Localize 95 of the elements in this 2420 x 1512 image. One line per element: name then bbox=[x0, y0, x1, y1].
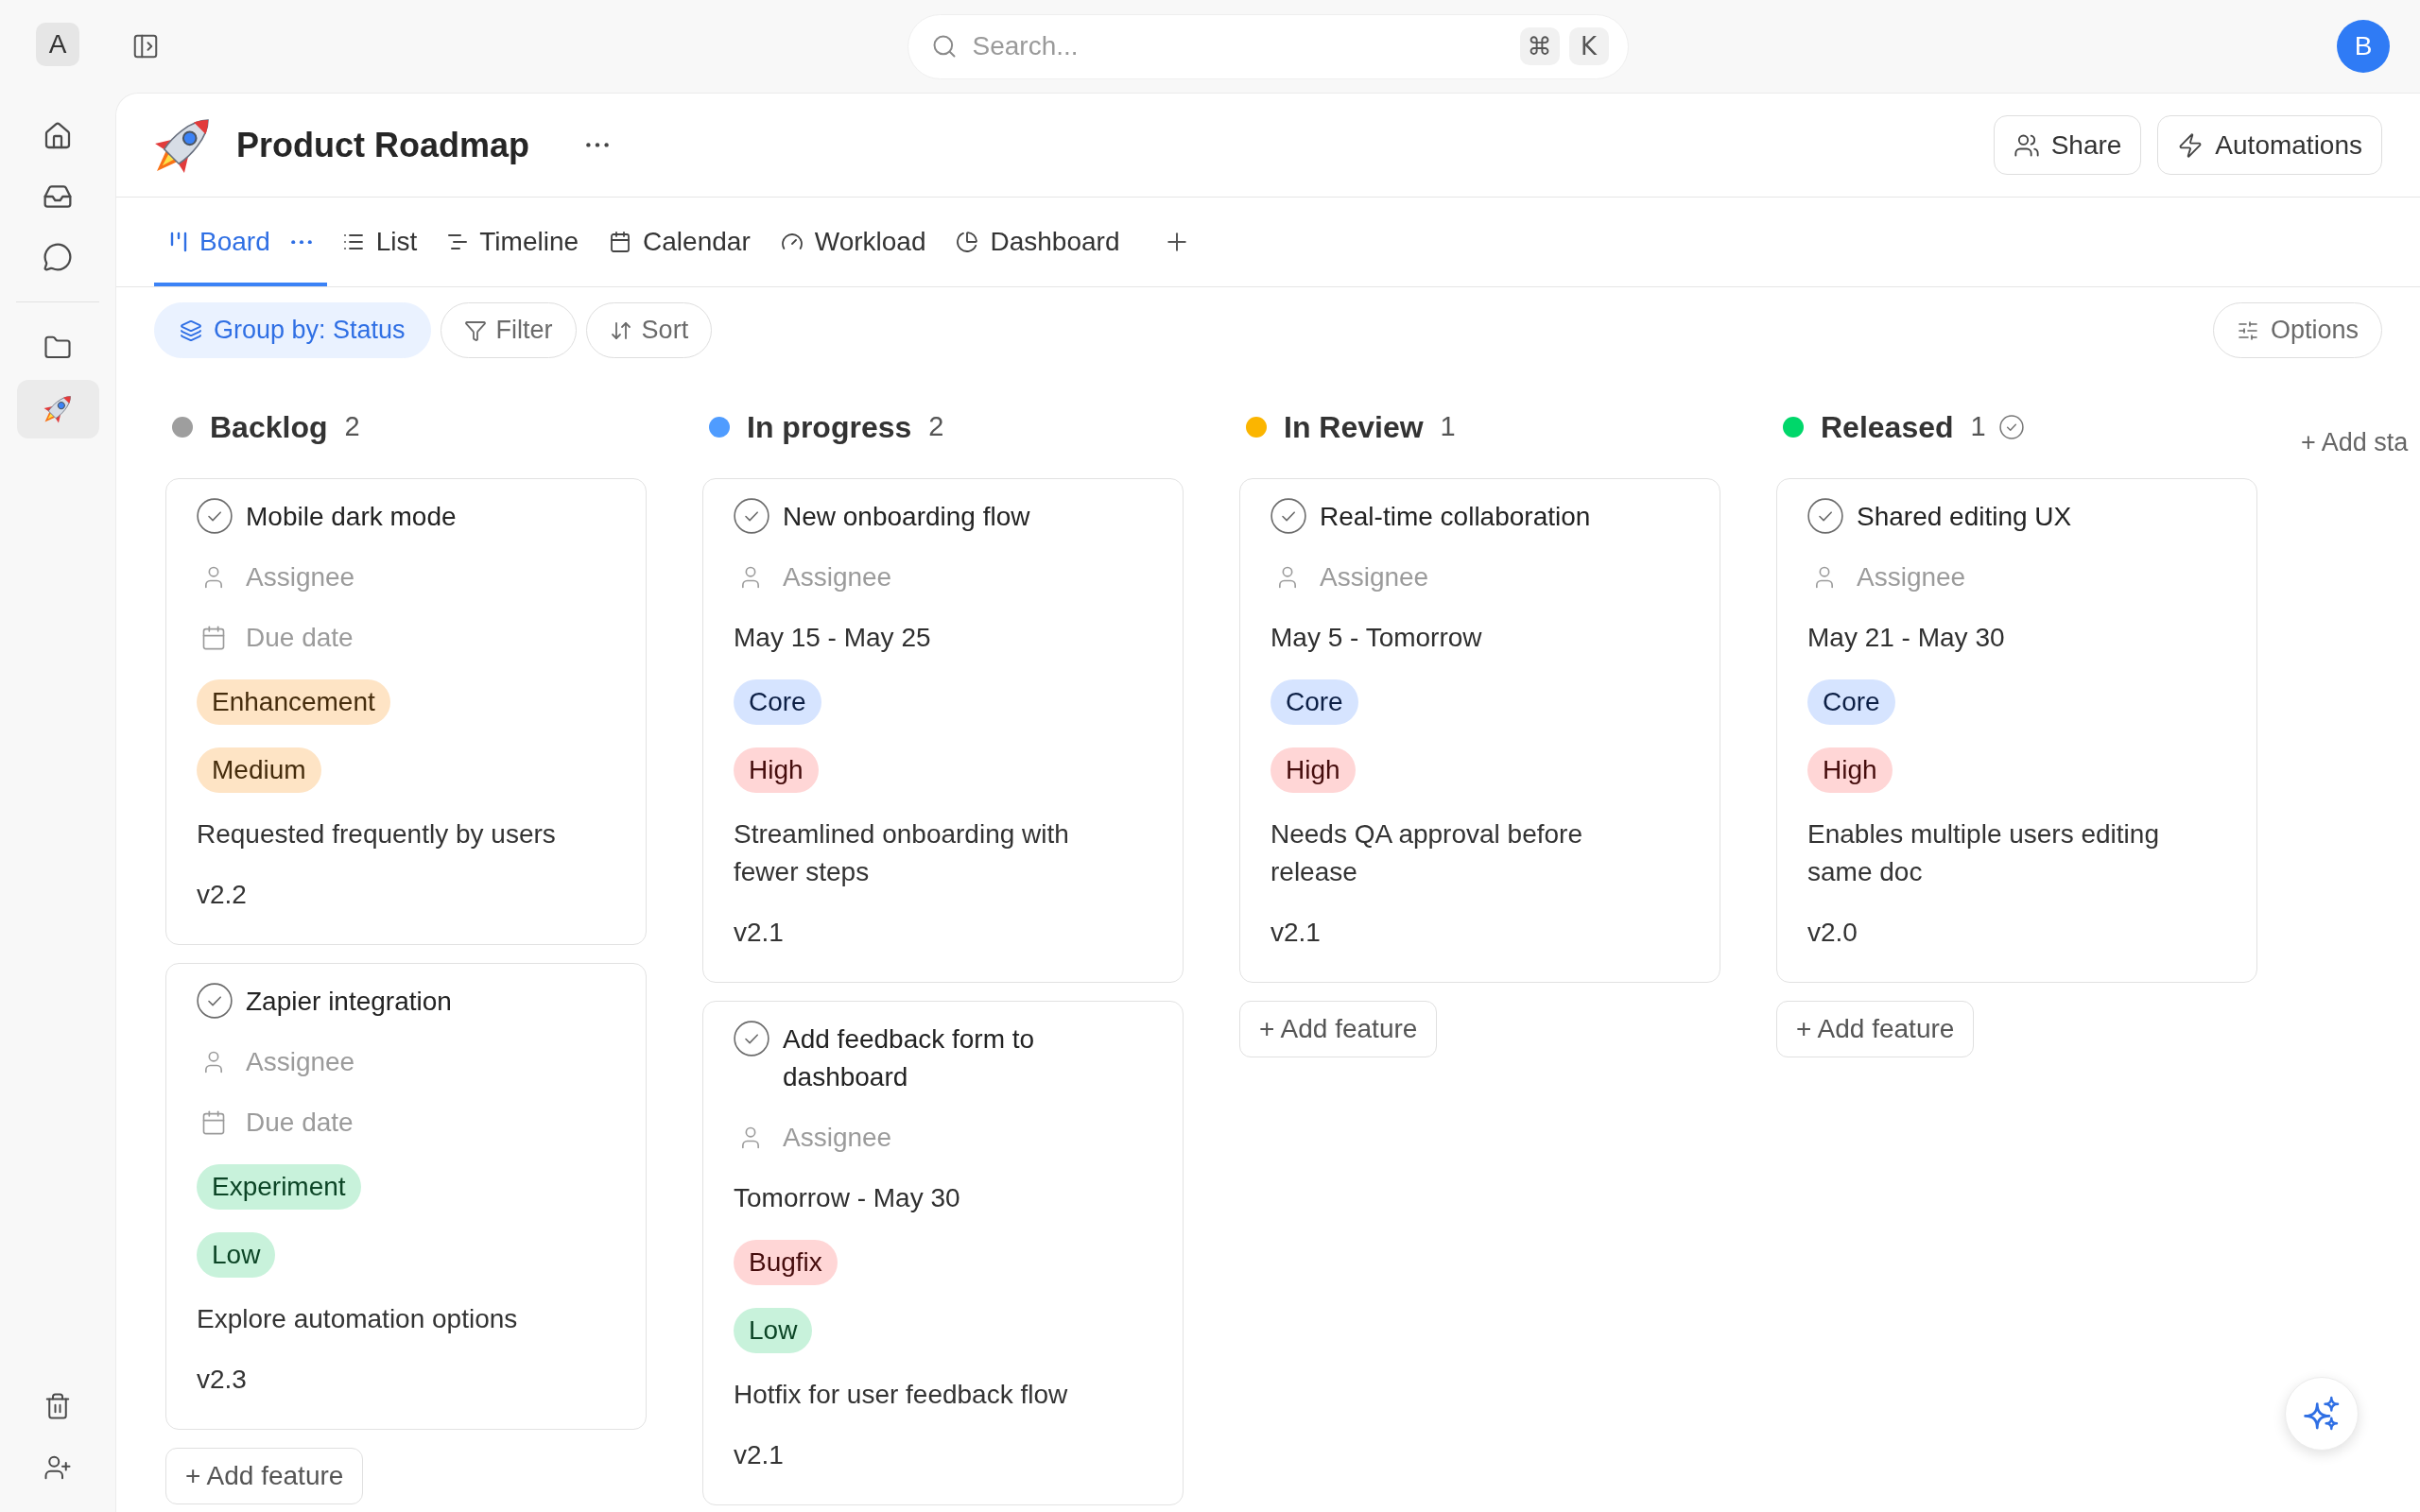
column-title: Backlog bbox=[210, 409, 328, 446]
sparkle-icon bbox=[2304, 1396, 2340, 1432]
date-range: May 15 - May 25 bbox=[734, 622, 931, 654]
version-text: v2.2 bbox=[197, 879, 247, 911]
column-count: 1 bbox=[1970, 410, 1986, 444]
feature-title: Mobile dark mode bbox=[246, 501, 457, 533]
feature-title: Shared editing UX bbox=[1857, 501, 2072, 533]
shortcut-key: ⌘ bbox=[1519, 27, 1560, 65]
rocket-icon bbox=[154, 116, 211, 174]
feature-description: Streamlined onboarding with fewer steps bbox=[734, 818, 1070, 888]
feature-description: Needs QA approval before release bbox=[1270, 818, 1583, 888]
page-title: Product Roadmap bbox=[236, 124, 530, 166]
feature-card[interactable]: Real-time collaboration Assignee May 5 - Tomorrow Core High Needs QA approval before release v2.1 bbox=[1239, 478, 1720, 983]
date-range: Tomorrow - May 30 bbox=[734, 1182, 960, 1214]
feature-card[interactable]: Mobile dark mode Assignee Due date Enhancement Medium Requested frequently by users v2.2 bbox=[165, 478, 647, 945]
feature-card[interactable]: New onboarding flow Assignee May 15 - May 25 Core High Streamlined onboarding with fewer steps v2.1 bbox=[702, 478, 1184, 983]
add-feature-button[interactable]: + Add feature bbox=[165, 1448, 364, 1504]
feature-description: Hotfix for user feedback flow bbox=[734, 1379, 1069, 1411]
feature-title: Zapier integration bbox=[246, 986, 452, 1018]
column-title: Released bbox=[1821, 409, 1954, 446]
ellipsis-icon bbox=[586, 143, 610, 147]
feature-card[interactable]: Zapier integration Assignee Due date Experiment Low Explore automation options v2.3 bbox=[165, 963, 647, 1430]
toolbar-button[interactable]: Sort bbox=[585, 302, 713, 358]
feature-card[interactable]: Shared editing UX Assignee May 21 - May 30 Core High Enables multiple users editing same doc v2.0 bbox=[1776, 478, 2257, 983]
rocket-icon bbox=[43, 395, 72, 423]
tag-badge: High bbox=[1807, 747, 1893, 793]
tag-badge: Low bbox=[734, 1308, 813, 1353]
add-stage-button[interactable]: + Add sta bbox=[2301, 423, 2409, 462]
toolbar-button[interactable]: Filter bbox=[440, 302, 577, 358]
feature-description: Enables multiple users editing same doc bbox=[1807, 818, 2160, 888]
tag-badge: Core bbox=[734, 679, 821, 725]
feature-title: Real-time collaboration bbox=[1320, 501, 1591, 533]
view-tab[interactable]: Timeline bbox=[432, 198, 595, 286]
filter-icon bbox=[463, 318, 487, 342]
chat-bubble-icon bbox=[43, 242, 73, 272]
check-circle-icon[interactable] bbox=[197, 498, 233, 534]
calendar-icon bbox=[609, 231, 632, 253]
date-range: May 5 - Tomorrow bbox=[1270, 622, 1482, 654]
tag-badge: Experiment bbox=[197, 1164, 361, 1210]
sidebar-panel-icon bbox=[131, 32, 160, 60]
feature-title: Add feedback form to dashboard bbox=[783, 1023, 1036, 1093]
tag-badge: Core bbox=[1270, 679, 1358, 725]
feature-title: New onboarding flow bbox=[783, 501, 1030, 533]
add-feature-button[interactable]: + Add feature bbox=[1776, 1001, 1975, 1057]
tag-badge: Low bbox=[197, 1232, 276, 1278]
user-avatar[interactable]: B bbox=[2337, 20, 2390, 73]
shortcut-key: K bbox=[1568, 27, 1609, 65]
version-text: v2.1 bbox=[1270, 917, 1321, 949]
view-tab[interactable]: Workload bbox=[765, 198, 942, 286]
header-button[interactable]: Share bbox=[1993, 115, 2142, 175]
date-range: May 21 - May 30 bbox=[1807, 622, 2005, 654]
staggered-lines-icon bbox=[447, 232, 469, 251]
version-text: v2.1 bbox=[734, 1439, 784, 1471]
tag-badge: Core bbox=[1807, 679, 1895, 725]
feature-description: Requested frequently by users bbox=[197, 818, 557, 850]
pie-chart-icon bbox=[956, 231, 979, 253]
user-plus-icon bbox=[43, 1453, 72, 1482]
add-feature-button[interactable]: + Add feature bbox=[1239, 1001, 1438, 1057]
layers-icon bbox=[180, 318, 202, 342]
column-title: In Review bbox=[1284, 409, 1424, 446]
sliders-icon bbox=[2236, 318, 2259, 342]
column-count: 2 bbox=[928, 410, 944, 444]
feature-description: Explore automation options bbox=[197, 1303, 519, 1335]
tag-badge: Bugfix bbox=[734, 1240, 838, 1285]
view-tab[interactable]: List bbox=[326, 198, 433, 286]
calendar-icon bbox=[200, 625, 227, 651]
check-circle-icon[interactable] bbox=[1807, 498, 1843, 534]
toolbar-button[interactable]: Group by: Status bbox=[154, 302, 431, 358]
version-text: v2.1 bbox=[734, 917, 784, 949]
view-tab[interactable]: Calendar bbox=[594, 198, 766, 286]
check-circle-icon[interactable] bbox=[1270, 498, 1306, 534]
columns-icon bbox=[169, 232, 188, 252]
workspace-avatar[interactable]: A bbox=[36, 23, 79, 66]
column-count: 1 bbox=[1440, 410, 1456, 444]
version-text: v2.0 bbox=[1807, 917, 1858, 949]
tag-badge: Medium bbox=[197, 747, 321, 793]
sidebar-item[interactable] bbox=[16, 380, 99, 438]
tag-badge: High bbox=[734, 747, 819, 793]
check-circle-icon[interactable] bbox=[734, 1021, 769, 1057]
version-text: v2.3 bbox=[197, 1364, 247, 1396]
calendar-icon bbox=[200, 1109, 227, 1136]
search-field[interactable]: Search... ⌘ K bbox=[907, 13, 1629, 79]
check-circle-icon[interactable] bbox=[734, 498, 769, 534]
house-icon bbox=[43, 121, 73, 151]
check-circle-icon[interactable] bbox=[197, 983, 233, 1019]
trash-icon bbox=[43, 1392, 72, 1420]
view-tab[interactable]: Board bbox=[154, 198, 327, 286]
feature-card[interactable]: Add feedback form to dashboard Assignee Tomorrow - May 30 Bugfix Low Hotfix for user feedback flow v2.1 bbox=[702, 1001, 1184, 1505]
tag-badge: High bbox=[1270, 747, 1356, 793]
ellipsis-icon[interactable] bbox=[290, 239, 312, 245]
tag-badge: Enhancement bbox=[197, 679, 390, 725]
view-tab[interactable]: Dashboard bbox=[941, 198, 1135, 286]
column-title: In progress bbox=[747, 409, 912, 446]
column-count: 2 bbox=[344, 410, 360, 444]
header-button[interactable]: Automations bbox=[2157, 115, 2382, 175]
